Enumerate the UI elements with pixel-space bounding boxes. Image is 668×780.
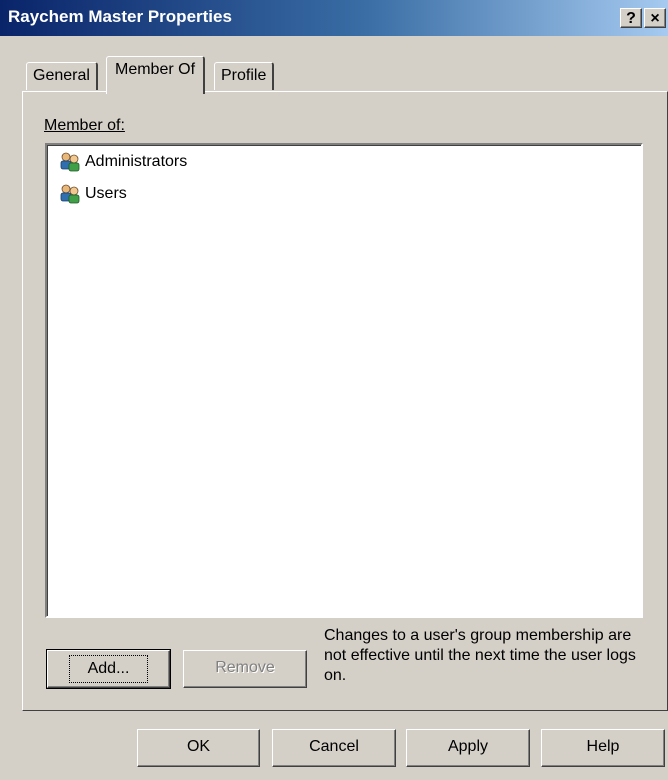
ok-button-label: OK xyxy=(186,738,211,755)
tab-member-of-label: Member Of xyxy=(115,61,196,78)
list-item[interactable]: Users xyxy=(59,181,127,207)
tab-profile[interactable]: Profile xyxy=(214,62,275,90)
add-button[interactable]: Add... xyxy=(46,649,171,689)
remove-button[interactable]: Remove xyxy=(183,650,307,688)
group-icon xyxy=(60,184,80,204)
apply-button[interactable]: Apply xyxy=(406,729,530,767)
ok-button[interactable]: OK xyxy=(137,729,260,767)
membership-note: Changes to a user's group membership are… xyxy=(324,627,636,684)
tab-profile-label: Profile xyxy=(221,67,267,84)
tab-general[interactable]: General xyxy=(26,62,98,90)
group-icon xyxy=(60,152,80,172)
list-item[interactable]: Administrators xyxy=(59,149,187,175)
cancel-button[interactable]: Cancel xyxy=(272,729,396,767)
help-button-label: Help xyxy=(586,738,620,755)
cancel-button-label: Cancel xyxy=(309,738,359,755)
member-of-label-text: Member of: xyxy=(44,117,125,134)
tab-general-label: General xyxy=(33,67,90,84)
help-caption-button[interactable]: ? xyxy=(620,8,642,28)
properties-dialog: Raychem Master Properties ? × General Me… xyxy=(0,0,668,780)
member-of-label: Member of: xyxy=(44,117,125,135)
title-bar[interactable]: Raychem Master Properties ? × xyxy=(0,0,668,36)
tab-member-of[interactable]: Member Of xyxy=(106,56,206,94)
add-button-label: Add... xyxy=(68,655,149,683)
help-button[interactable]: Help xyxy=(541,729,665,767)
member-of-listbox[interactable]: Administrators Users xyxy=(45,143,643,618)
group-name: Administrators xyxy=(85,153,188,170)
apply-button-label: Apply xyxy=(447,738,489,755)
remove-button-label: Remove xyxy=(215,659,275,676)
close-icon[interactable]: × xyxy=(644,8,666,28)
group-name: Users xyxy=(85,185,127,202)
window-title: Raychem Master Properties xyxy=(8,7,232,26)
